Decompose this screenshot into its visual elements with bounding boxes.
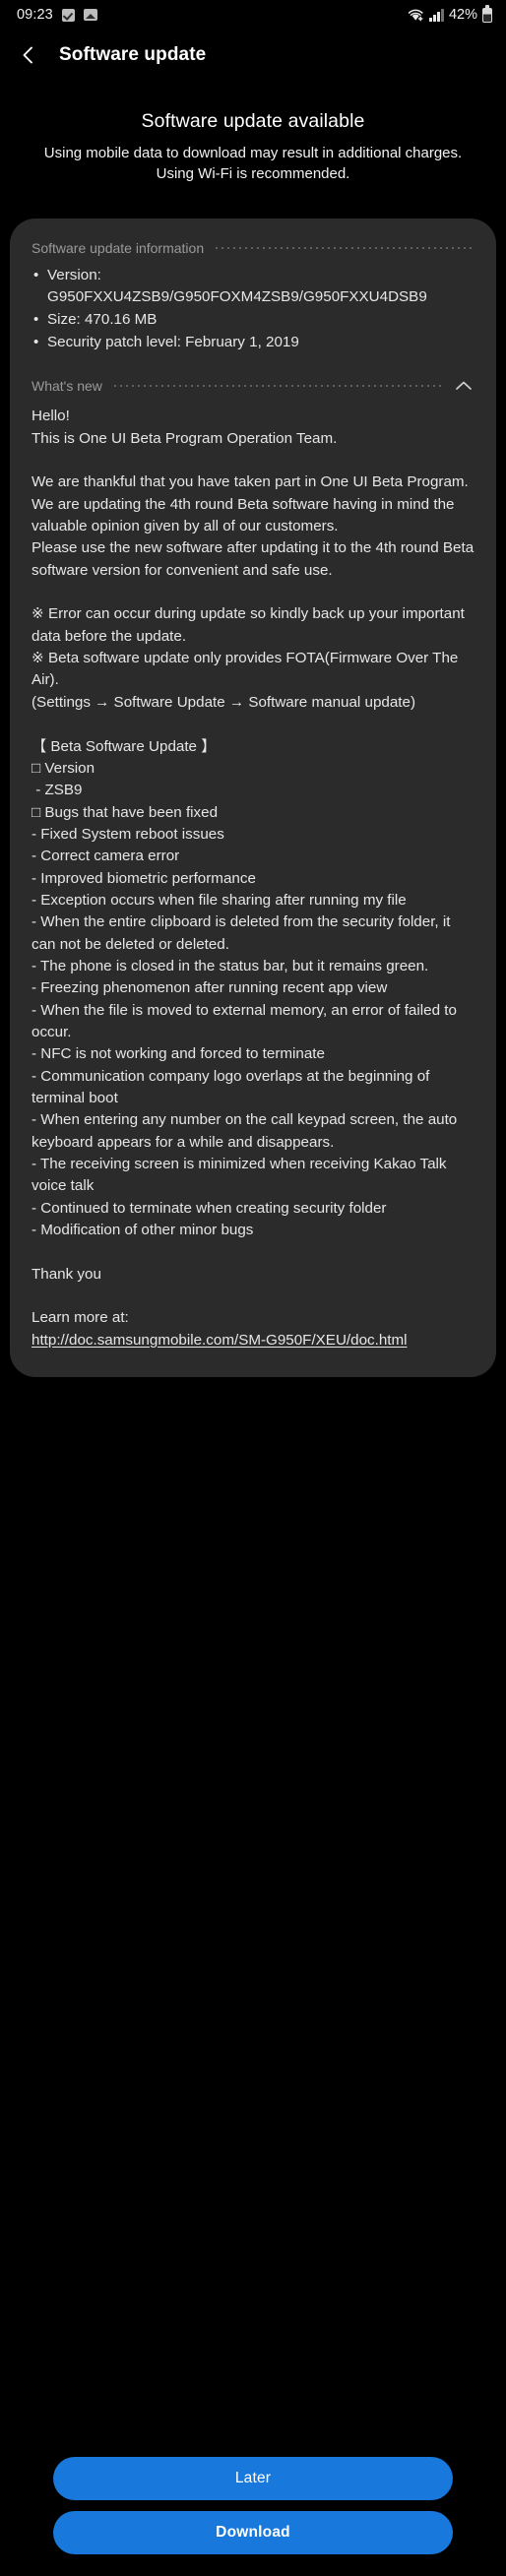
page-title: Software update xyxy=(59,44,207,65)
software-update-information-header: Software update information xyxy=(32,240,474,256)
status-bar: 09:23 42% xyxy=(0,0,506,30)
dotted-divider xyxy=(111,385,443,388)
update-details-card: Software update information Version: G95… xyxy=(10,218,496,1378)
cellular-signal-icon xyxy=(429,8,444,22)
later-button[interactable]: Later xyxy=(53,2457,453,2500)
whats-new-label: What's new xyxy=(32,378,102,395)
battery-percent-label: 42% xyxy=(448,7,477,23)
hero-title: Software update available xyxy=(141,110,365,132)
whats-new-body: Hello! This is One UI Beta Program Opera… xyxy=(32,406,474,1351)
chevron-up-icon[interactable] xyxy=(453,375,474,397)
list-item: Security patch level: February 1, 2019 xyxy=(32,332,474,353)
app-bar: Software update xyxy=(0,30,506,81)
whats-new-text: Hello! This is One UI Beta Program Opera… xyxy=(32,408,474,1327)
download-button[interactable]: Download xyxy=(53,2511,453,2554)
hero-section: Software update available Using mobile d… xyxy=(0,81,506,219)
whats-new-header[interactable]: What's new xyxy=(32,375,474,397)
wifi-plus-icon xyxy=(408,8,424,22)
status-bar-left: 09:23 xyxy=(17,7,97,23)
list-item: Version: G950FXXU4ZSB9/G950FOXM4ZSB9/G95… xyxy=(32,265,474,308)
dotted-divider xyxy=(214,246,474,249)
status-bar-right: 42% xyxy=(408,5,492,23)
content-scroll-area[interactable]: Software update available Using mobile d… xyxy=(0,81,506,1515)
hero-subtitle: Using mobile data to download may result… xyxy=(43,145,463,183)
back-arrow-icon[interactable] xyxy=(16,42,41,68)
photo-icon xyxy=(83,9,97,21)
update-info-list: Version: G950FXXU4ZSB9/G950FOXM4ZSB9/G95… xyxy=(32,265,474,354)
status-bar-clock: 09:23 xyxy=(17,7,53,23)
learn-more-link[interactable]: http://doc.samsungmobile.com/SM-G950F/XE… xyxy=(32,1332,408,1349)
list-item: Size: 470.16 MB xyxy=(32,309,474,331)
action-footer: Later Download xyxy=(0,2443,506,2576)
software-update-information-label: Software update information xyxy=(32,239,205,256)
battery-icon xyxy=(482,5,492,23)
check-badge-icon xyxy=(61,8,75,22)
